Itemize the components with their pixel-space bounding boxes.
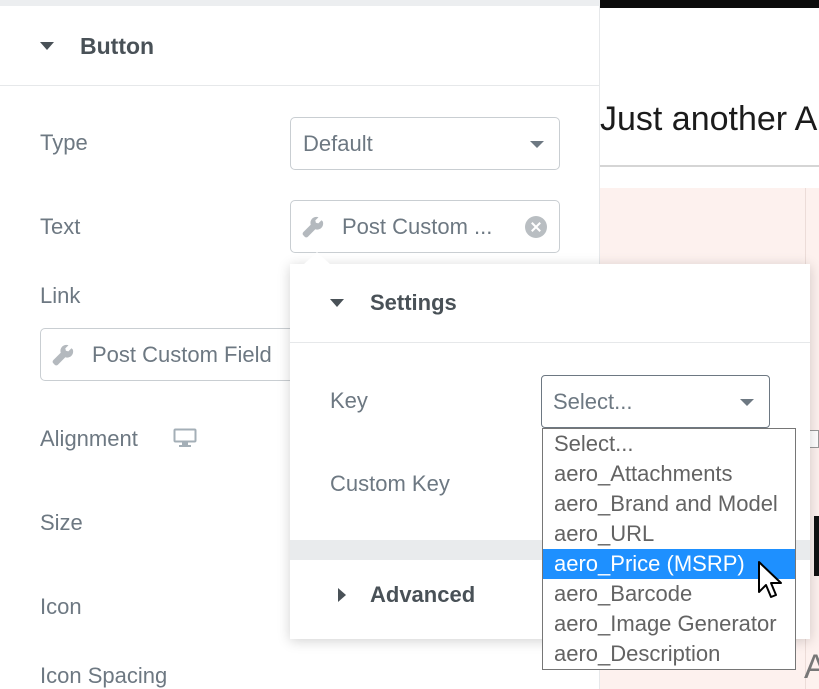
section-header-button[interactable]: Button (0, 6, 600, 86)
preview-divider (600, 165, 819, 167)
settings-title: Settings (370, 290, 457, 315)
desktop-icon[interactable] (173, 428, 197, 448)
key-label: Key (330, 388, 368, 413)
key-option[interactable]: aero_URL (543, 519, 795, 549)
caret-down-icon (40, 42, 54, 50)
key-option[interactable]: aero_Image Generator (543, 609, 795, 639)
type-value: Default (303, 130, 373, 156)
key-select[interactable]: Select... (541, 375, 770, 428)
clear-icon[interactable] (525, 216, 547, 238)
alignment-label: Alignment (40, 426, 138, 451)
size-label: Size (40, 510, 83, 535)
wrench-icon (52, 344, 74, 366)
key-option[interactable]: aero_Brand and Model (543, 489, 795, 519)
chevron-down-icon (740, 399, 754, 406)
caret-down-icon (330, 299, 344, 307)
mouse-cursor-icon (758, 561, 782, 598)
type-select[interactable]: Default (290, 117, 560, 170)
link-value: Post Custom Field (92, 341, 272, 367)
preview-admin-bar (600, 0, 819, 8)
link-label: Link (40, 283, 81, 308)
icon-label: Icon (40, 594, 82, 619)
key-option[interactable]: aero_Attachments (543, 459, 795, 489)
settings-section-header[interactable]: Settings (290, 264, 810, 343)
key-option[interactable]: Select... (543, 429, 795, 459)
key-options-list[interactable]: Select... aero_Attachments aero_Brand and … (542, 428, 796, 670)
text-value: Post Custom ... (342, 213, 493, 239)
preview-heading-letter: A (804, 648, 819, 686)
custom-key-label: Custom Key (330, 471, 450, 496)
section-title: Button (80, 33, 155, 59)
text-dynamic-field[interactable]: Post Custom ... (290, 200, 560, 253)
advanced-title: Advanced (370, 582, 476, 607)
preview-block (814, 516, 819, 576)
type-label: Type (40, 130, 88, 155)
wrench-icon (302, 216, 324, 238)
site-tagline: Just another A (600, 100, 818, 138)
key-option[interactable]: aero_Description (543, 639, 795, 669)
icon-spacing-label: Icon Spacing (40, 663, 168, 688)
text-label: Text (40, 214, 81, 239)
caret-right-icon (338, 588, 346, 602)
chevron-down-icon (530, 141, 544, 148)
key-select-value: Select... (553, 389, 633, 414)
popover-arrow (304, 252, 330, 264)
